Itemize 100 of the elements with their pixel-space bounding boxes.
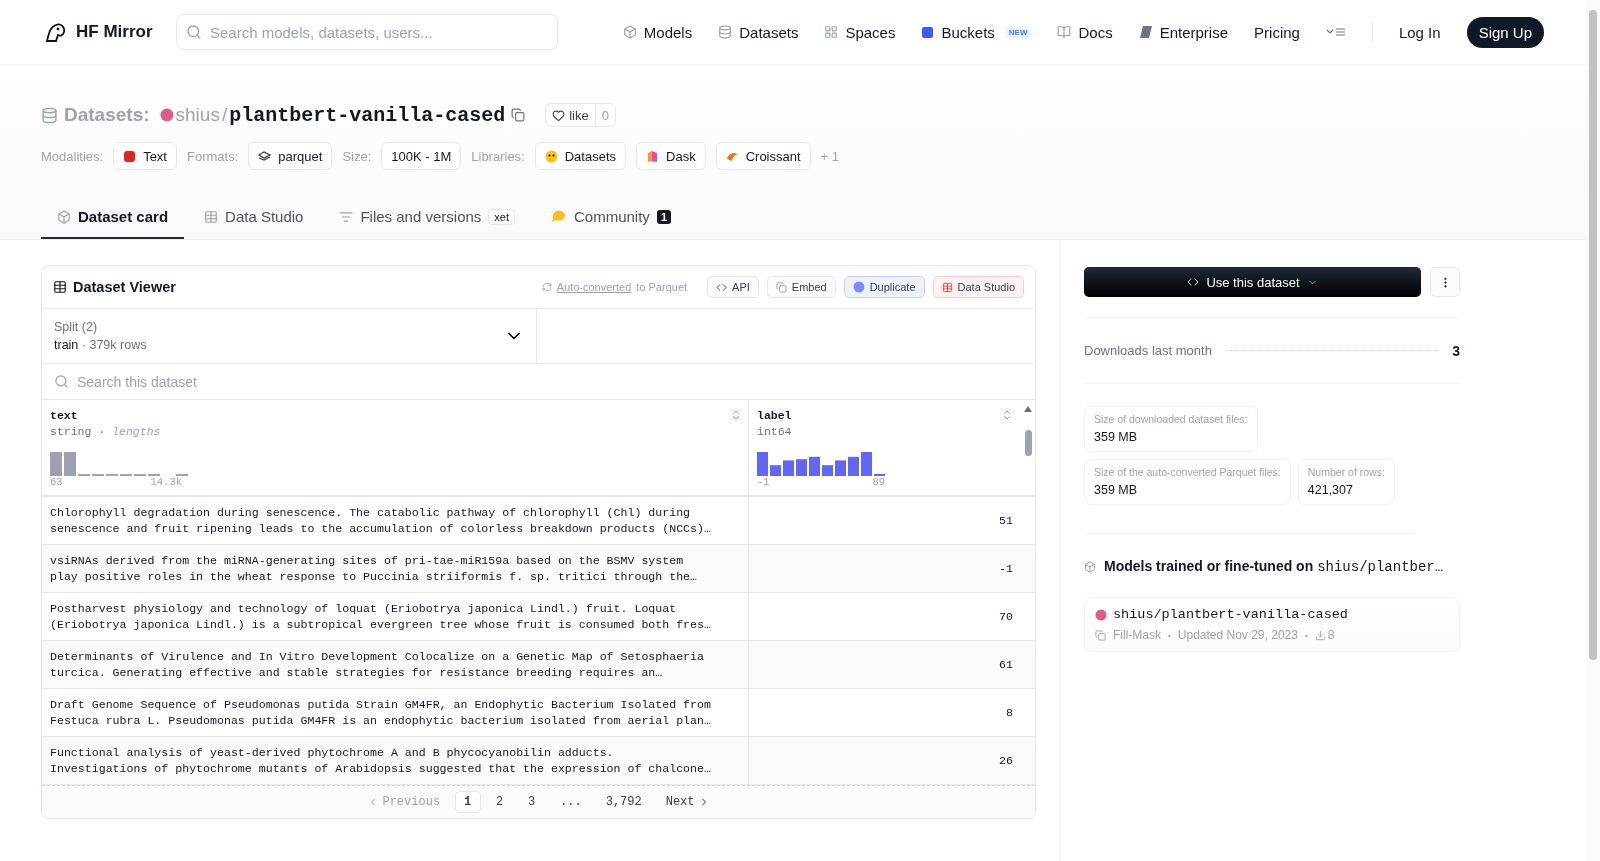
download-icon	[1314, 629, 1326, 641]
code-icon	[716, 281, 728, 293]
search-field[interactable]: Search models, datasets, users...	[176, 14, 558, 50]
nav-link[interactable]: Datasets	[718, 23, 799, 41]
histogram-max-label: 89	[872, 476, 885, 488]
use-dataset-button[interactable]: Use this dataset	[1084, 267, 1421, 297]
menu-icon[interactable]	[1325, 26, 1346, 38]
brand-name[interactable]: HF Mirror	[76, 22, 153, 42]
tab[interactable]: Community 1	[535, 198, 687, 239]
cube-icon	[622, 25, 637, 39]
text-icon	[123, 149, 137, 163]
slanted-box-icon	[1138, 25, 1153, 39]
nav-link[interactable]: Enterprise	[1138, 23, 1229, 41]
refresh-icon	[541, 282, 552, 292]
nav-link[interactable]: Docs	[1057, 23, 1113, 41]
database-icon	[718, 25, 733, 39]
converted-text: to Parquet	[636, 281, 688, 293]
like-button[interactable]: like 0	[545, 103, 616, 127]
cube-icon	[1084, 560, 1096, 573]
grid-icon	[824, 25, 839, 39]
page-scrollbar[interactable]	[1586, 0, 1600, 861]
scrollbar-thumb[interactable]	[1589, 10, 1597, 660]
tab[interactable]: Data Studio	[188, 198, 320, 239]
facet-tag[interactable]: 100K - 1M	[381, 142, 462, 170]
meta-separator: •	[1168, 630, 1171, 640]
path-separator: /	[221, 104, 228, 126]
facet-label: Formats:	[187, 148, 239, 164]
downloads-label: Downloads last month	[1084, 343, 1212, 358]
downloads-count: 3	[1452, 342, 1460, 359]
tab[interactable]: Files and versions xet	[323, 198, 531, 239]
stat-value: 359 MB	[1094, 483, 1139, 497]
page-button[interactable]: 3,792	[596, 791, 651, 813]
column-type: string · lengths	[50, 425, 162, 438]
login-link[interactable]: Log In	[1398, 23, 1441, 41]
table-cell: Determinants of Virulence and In Vitro Development Colocalize on a Genetic Map of Setosphaeria turcica. Generating effective and stable strategies for resistance breeding requires an…	[42, 641, 749, 689]
facet-tag[interactable]: Datasets	[534, 142, 627, 170]
table-cell: 26	[749, 737, 1035, 785]
model-name: shius/plantbert-vanilla-cased	[1113, 607, 1348, 622]
histogram-min-label: 63	[50, 476, 63, 488]
file-list-icon	[339, 209, 354, 224]
viewer-action-button[interactable]: Data Studio	[932, 276, 1024, 298]
smiley-icon	[544, 149, 558, 163]
facet-tag[interactable]: Croissant	[715, 142, 811, 170]
new-badge: NEW	[1004, 25, 1032, 39]
database-icon	[41, 106, 58, 124]
model-task: Fill-Mask	[1113, 628, 1161, 642]
page-button[interactable]: ...	[551, 791, 591, 813]
copy-icon[interactable]	[511, 108, 526, 122]
page-button[interactable]: 1	[455, 791, 482, 813]
page-button[interactable]: 2	[487, 791, 514, 813]
stacked-blocks-icon	[646, 149, 660, 163]
table-icon	[941, 281, 953, 293]
column-type: int64	[757, 425, 793, 438]
viewer-action-button[interactable]: API	[707, 276, 759, 298]
sort-icon[interactable]	[730, 409, 742, 421]
nav-link[interactable]: Models	[622, 23, 693, 41]
model-downloads: 8	[1327, 628, 1335, 642]
signup-button[interactable]: Sign Up	[1466, 16, 1544, 48]
column-name: label	[757, 409, 792, 422]
histogram-max-label: 14.3k	[150, 476, 182, 488]
scroll-up-icon[interactable]	[1024, 406, 1032, 412]
chat-bubble-icon	[551, 209, 567, 224]
stat-value: 421,307	[1307, 483, 1354, 497]
copy-icon	[775, 281, 787, 293]
viewer-action-button[interactable]: Duplicate	[843, 276, 925, 298]
table-cell: -1	[749, 545, 1035, 593]
scrollbar-thumb[interactable]	[1024, 430, 1032, 456]
stat-value: 359 MB	[1094, 430, 1139, 444]
table-cell: Postharvest physiology and technology of loquat (Eriobotrya japonica Lindl.) fruit. Loquat (Eriobotrya japonica Lindl.) is a subtropical evergreen tree whose fruit is consumed both fres…	[42, 593, 749, 641]
table-cell: Functional analysis of yeast-derived phytochrome A and B phycocyanobilin adducts. Investigations of phytochrome mutants of Arabidopsis suggested that the expression of chalcone…	[42, 737, 749, 785]
table-cell: Chlorophyll degradation during senescence. The catabolic pathway of chlorophyll (Chl) during senescence and fruit ripening leads to the accumulation of colorless breakdown products (NCCs)…	[42, 497, 749, 545]
histogram-min-label: -1	[757, 476, 770, 488]
layers-icon	[258, 151, 272, 161]
more-button[interactable]	[1430, 267, 1460, 297]
logo-icon	[44, 21, 68, 43]
tab[interactable]: Dataset card	[41, 198, 185, 239]
facet-label: Modalities:	[41, 148, 104, 164]
sort-icon[interactable]	[1001, 409, 1013, 421]
nav-link[interactable]: Buckets NEW	[921, 23, 1032, 41]
facet-label: Libraries:	[471, 148, 525, 164]
avatar-icon	[1095, 608, 1107, 621]
square-icon	[921, 25, 935, 39]
table-icon	[53, 280, 67, 294]
facet-tag[interactable]: parquet	[248, 142, 333, 170]
next-page-button[interactable]: Next	[656, 791, 719, 813]
page-button[interactable]: 3	[519, 791, 546, 813]
nav-link[interactable]: Spaces	[824, 23, 896, 41]
table-icon	[204, 209, 219, 224]
stat-label: Number of rows:	[1307, 466, 1385, 478]
book-icon	[1057, 25, 1072, 39]
viewer-action-button[interactable]: Embed	[766, 276, 836, 298]
nav-link[interactable]: Pricing	[1254, 23, 1300, 41]
stat-label: Size of downloaded dataset files:	[1094, 413, 1248, 425]
model-card[interactable]: shius/plantbert-vanilla-cased Fill-Mask • Updated Nov 29, 2023 • 8	[1084, 597, 1460, 652]
facet-label: Size:	[342, 148, 372, 164]
facet-tag[interactable]: Dask	[636, 142, 706, 170]
code-icon	[1187, 276, 1200, 288]
facet-tag[interactable]: Text	[113, 142, 177, 170]
circle-icon	[852, 281, 865, 293]
repo-name: plantbert-vanilla-cased	[229, 103, 506, 127]
